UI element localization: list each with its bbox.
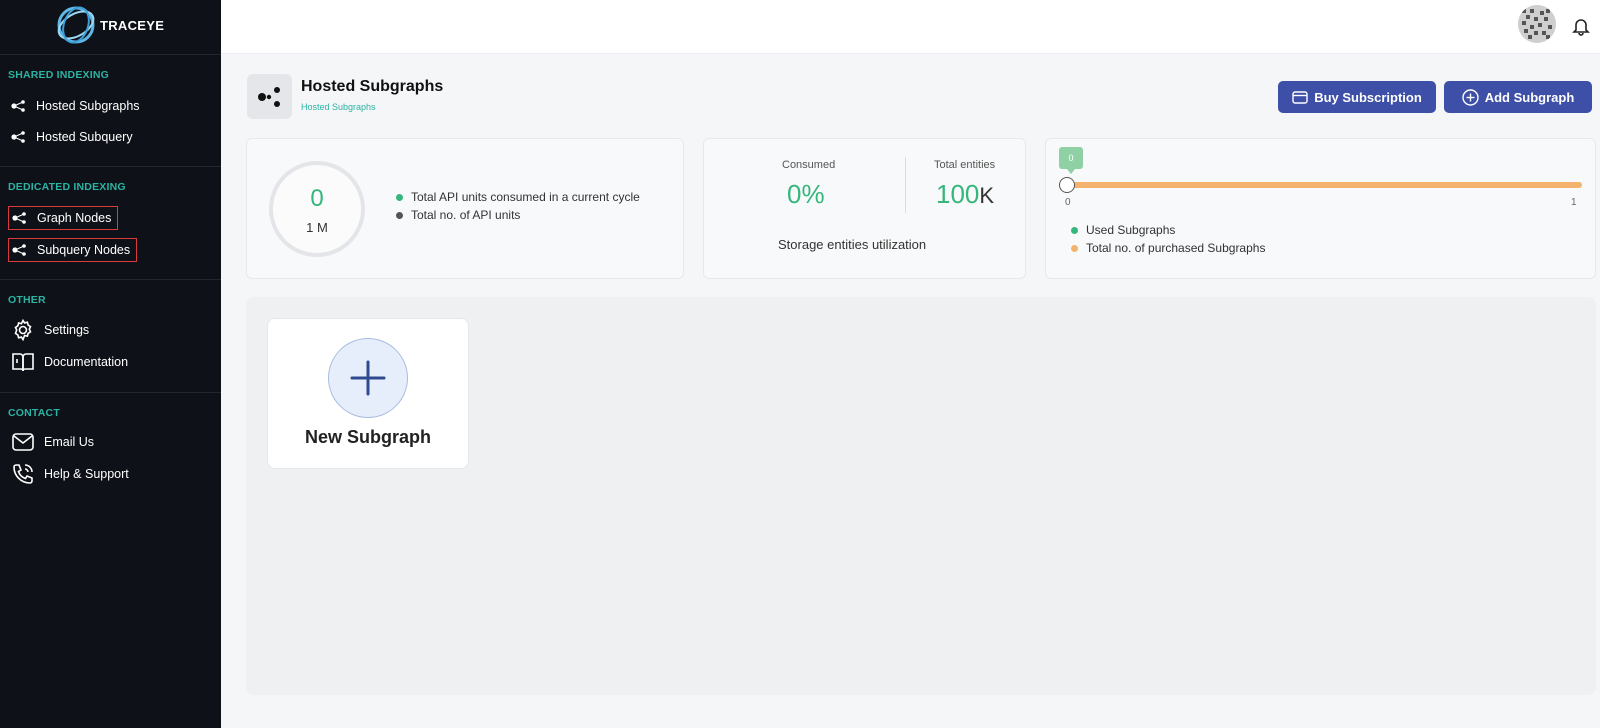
entities-label: Total entities xyxy=(934,159,996,171)
nodes-icon xyxy=(10,97,28,115)
sidebar-item-label: Settings xyxy=(44,323,90,337)
legend-purchased-subgraphs: Total no. of purchased Subgraphs xyxy=(1071,241,1265,255)
entities-unit: K xyxy=(979,183,995,208)
legend-label: Used Subgraphs xyxy=(1086,223,1176,237)
breadcrumb[interactable]: Hosted Subgraphs xyxy=(301,102,376,112)
legend-dot xyxy=(1071,226,1078,234)
nodes-icon xyxy=(11,209,29,227)
page-title: Hosted Subgraphs xyxy=(301,78,444,95)
section-title-shared: SHARED INDEXING xyxy=(8,69,110,81)
avatar[interactable] xyxy=(1518,5,1556,43)
legend-used-subgraphs: Used Subgraphs xyxy=(1071,223,1175,237)
api-units-card: 0 1 M Total API units consumed in a curr… xyxy=(246,138,684,279)
section-title-other: OTHER xyxy=(8,294,46,306)
sidebar-item-settings[interactable]: Settings xyxy=(8,318,95,342)
subgraph-usage-card: 0 0 1 Used Subgraphs Total no. of purcha… xyxy=(1045,138,1596,279)
add-subgraph-button[interactable]: Add Subgraph xyxy=(1444,81,1592,113)
legend-label: Total no. of purchased Subgraphs xyxy=(1086,241,1266,255)
new-subgraph-label: New Subgraph xyxy=(304,427,431,447)
sidebar-item-hosted-subquery[interactable]: Hosted Subquery xyxy=(8,125,139,149)
sidebar-divider xyxy=(0,54,221,55)
sidebar-item-label: Hosted Subquery xyxy=(36,130,133,144)
sidebar-divider xyxy=(0,166,221,167)
nodes-icon xyxy=(10,128,28,146)
sidebar-item-graph-nodes[interactable]: Graph Nodes xyxy=(8,206,119,230)
sidebar: TRACEYE SHARED INDEXING Hosted Subgraphs… xyxy=(0,0,221,728)
nodes-icon xyxy=(11,241,29,259)
consumed-value: 0% xyxy=(787,179,825,209)
stat-separator xyxy=(905,157,906,213)
buy-subscription-label: Buy Subscription xyxy=(1314,89,1422,105)
legend-dot xyxy=(396,193,403,201)
api-total-value: 1 M xyxy=(306,220,328,235)
slider-thumb[interactable] xyxy=(1059,177,1075,193)
sidebar-item-hosted-subgraphs[interactable]: Hosted Subgraphs xyxy=(8,94,146,118)
sidebar-divider xyxy=(0,279,221,280)
sidebar-item-label: Email Us xyxy=(44,435,95,449)
section-title-contact: CONTACT xyxy=(8,407,60,419)
storage-caption: Storage entities utilization xyxy=(778,237,927,252)
legend-label: Total API units consumed in a current cy… xyxy=(411,190,640,204)
legend-label: Total no. of API units xyxy=(411,208,521,222)
sidebar-item-label: Hosted Subgraphs xyxy=(36,99,140,113)
legend-api-consumed: Total API units consumed in a current cy… xyxy=(396,190,640,204)
add-subgraph-label: Add Subgraph xyxy=(1484,89,1575,105)
bell-icon[interactable] xyxy=(1572,16,1590,36)
api-units-ring: 0 1 M xyxy=(269,161,365,257)
entities-value: 100 xyxy=(936,179,980,209)
api-consumed-value: 0 xyxy=(310,185,324,212)
consumed-label: Consumed xyxy=(782,159,836,171)
sidebar-item-label: Graph Nodes xyxy=(37,211,112,225)
logo[interactable]: TRACEYE xyxy=(54,2,164,48)
app-name: TRACEYE xyxy=(100,17,165,33)
sidebar-divider xyxy=(0,392,221,393)
sidebar-item-documentation[interactable]: Documentation xyxy=(8,350,134,374)
traceye-logo-icon xyxy=(57,6,95,44)
legend-dot xyxy=(1071,244,1078,252)
sidebar-item-email-us[interactable]: Email Us xyxy=(8,430,100,454)
storage-card: Consumed 0% Total entities 100K Storage … xyxy=(703,138,1026,279)
sidebar-item-help-support[interactable]: Help & Support xyxy=(8,462,135,486)
buy-subscription-button[interactable]: Buy Subscription xyxy=(1278,81,1436,113)
mail-icon xyxy=(10,429,36,455)
slider-max-label: 1 xyxy=(1571,197,1577,208)
new-subgraph-card[interactable]: New Subgraph xyxy=(267,318,469,469)
section-title-dedicated: DEDICATED INDEXING xyxy=(8,181,126,193)
slider-min-label: 0 xyxy=(1065,197,1071,208)
slider-tooltip: 0 xyxy=(1059,147,1083,174)
phone-icon xyxy=(10,461,36,487)
sidebar-item-subquery-nodes[interactable]: Subquery Nodes xyxy=(8,238,138,262)
sidebar-item-label: Help & Support xyxy=(44,467,129,481)
card-icon xyxy=(1292,90,1308,104)
plus-icon xyxy=(328,338,408,418)
gear-icon xyxy=(10,317,36,343)
slider-track[interactable] xyxy=(1067,182,1582,188)
book-icon xyxy=(10,349,36,375)
topbar xyxy=(221,0,1600,54)
plus-circle-icon xyxy=(1462,88,1479,106)
nodes-icon xyxy=(257,86,280,107)
entities-value-group: 100K xyxy=(936,179,994,210)
sidebar-item-label: Subquery Nodes xyxy=(37,243,131,257)
page-icon xyxy=(247,74,292,119)
legend-dot xyxy=(396,211,403,219)
sidebar-item-label: Documentation xyxy=(44,355,129,369)
legend-api-total: Total no. of API units xyxy=(396,208,520,222)
